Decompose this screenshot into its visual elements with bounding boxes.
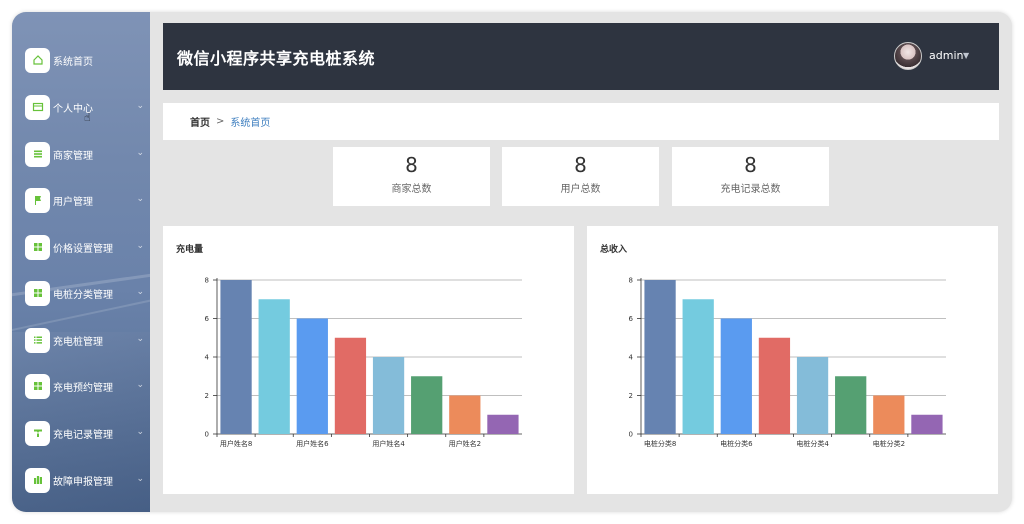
menu-lines-icon — [25, 141, 50, 167]
chevron-down-icon: ⌄ — [136, 101, 144, 111]
sidebar-item-label: 充电预约管理 — [53, 382, 113, 394]
x-tick-label: 用户姓名6 — [296, 439, 329, 448]
sidebar-item-4[interactable]: 价格设置管理 ⌄ — [25, 234, 150, 260]
funnel-icon — [25, 420, 50, 446]
sidebar-item-8[interactable]: 充电记录管理 ⌄ — [25, 420, 150, 446]
sidebar-item-0[interactable]: 系统首页 — [25, 47, 150, 73]
breadcrumb-home[interactable]: 首页 — [190, 114, 210, 129]
chevron-down-icon: ⌄ — [136, 427, 144, 437]
bar[interactable] — [220, 280, 252, 434]
sidebar-item-label: 价格设置管理 — [53, 243, 113, 255]
bar[interactable] — [873, 395, 905, 435]
x-tick-label: 电桩分类8 — [644, 439, 676, 448]
chevron-down-icon: ⌄ — [136, 380, 144, 390]
chevron-down-icon: ⌄ — [136, 194, 144, 204]
app-window: 系统首页 个人中心 ⌄ 商家管理 ⌄ 用户管理 ⌄ 价格设置管理 ⌄ 电桩分类管理 ⌄ 充电桩管理 ⌄ 充… — [12, 12, 1012, 512]
sidebar-item-label: 故障申报管理 — [53, 476, 113, 488]
y-tick-label: 2 — [629, 392, 633, 400]
bar[interactable] — [644, 280, 676, 434]
chart-panel-charge-amount: 充电量 0 2 4 6 8 用户姓名8 用户姓名6 用户姓名4 用户姓名2 — [163, 226, 574, 494]
chevron-down-icon: ⌄ — [136, 148, 144, 158]
stat-card-charge-records: 8 充电记录总数 — [672, 147, 829, 206]
flag-icon — [25, 187, 50, 213]
sidebar-item-6[interactable]: 充电桩管理 ⌄ — [25, 327, 150, 353]
x-tick-label: 用户姓名2 — [449, 439, 481, 448]
breadcrumb: 首页 > 系统首页 — [163, 103, 999, 140]
chevron-down-icon: ⌄ — [136, 241, 144, 251]
bar[interactable] — [258, 299, 290, 434]
stat-label: 充电记录总数 — [720, 184, 781, 195]
bar[interactable] — [487, 414, 519, 434]
bar[interactable] — [411, 376, 443, 434]
bar[interactable] — [334, 337, 367, 434]
stat-card-merchants: 8 商家总数 — [333, 147, 490, 206]
y-tick-label: 4 — [205, 354, 210, 362]
stat-value: 8 — [574, 153, 587, 177]
bar[interactable] — [835, 376, 867, 434]
chevron-down-icon: ⌄ — [136, 287, 144, 297]
x-tick-label: 用户姓名8 — [220, 439, 252, 448]
sidebar-item-label: 用户管理 — [53, 196, 93, 208]
user-menu-name[interactable]: admin — [929, 49, 963, 62]
chevron-down-icon: ⌄ — [136, 474, 144, 484]
sidebar-item-3[interactable]: 用户管理 ⌄ — [25, 187, 150, 213]
stat-value: 8 — [744, 153, 757, 177]
app-title: 微信小程序共享充电桩系统 — [177, 49, 376, 68]
y-tick-label: 2 — [205, 392, 209, 400]
sidebar-item-5[interactable]: 电桩分类管理 ⌄ — [25, 280, 150, 306]
stat-label: 用户总数 — [560, 184, 601, 195]
bar[interactable] — [682, 299, 714, 434]
grid-icon — [25, 280, 50, 306]
list-icon — [25, 327, 50, 353]
sidebar: 系统首页 个人中心 ⌄ 商家管理 ⌄ 用户管理 ⌄ 价格设置管理 ⌄ 电桩分类管理 ⌄ 充电桩管理 ⌄ 充… — [12, 12, 150, 512]
x-tick-label: 电桩分类4 — [796, 439, 829, 448]
bar[interactable] — [720, 318, 752, 435]
home-icon — [25, 47, 50, 73]
y-tick-label: 4 — [629, 354, 634, 362]
bar-chart-total-income: 0 2 4 6 8 电桩分类8 电桩分类6 电桩分类4 电桩分类2 — [629, 277, 946, 448]
sidebar-item-label: 商家管理 — [53, 150, 93, 162]
sidebar-item-2[interactable]: 商家管理 ⌄ — [25, 141, 150, 167]
x-tick-label: 用户姓名4 — [372, 439, 405, 448]
y-tick-label: 0 — [629, 431, 633, 439]
hand-cursor-icon: ☝ — [84, 111, 91, 124]
bar[interactable] — [372, 357, 405, 434]
y-tick-label: 0 — [205, 431, 209, 439]
breadcrumb-current: 系统首页 — [230, 118, 271, 129]
sidebar-item-label: 系统首页 — [53, 56, 93, 68]
top-header: 微信小程序共享充电桩系统 admin ▼ — [163, 23, 999, 90]
card-icon — [25, 94, 50, 120]
bar-icon — [25, 467, 50, 493]
stat-label: 商家总数 — [391, 184, 432, 195]
sidebar-item-7[interactable]: 充电预约管理 ⌄ — [25, 373, 150, 399]
bar[interactable] — [296, 318, 328, 435]
sidebar-item-label: 电桩分类管理 — [53, 289, 113, 301]
caret-down-icon[interactable]: ▼ — [963, 51, 969, 60]
bar-chart-charge-amount: 0 2 4 6 8 用户姓名8 用户姓名6 用户姓名4 用户姓名2 — [205, 277, 522, 448]
x-tick-label: 电桩分类2 — [873, 439, 905, 448]
grid-icon — [25, 234, 50, 260]
bar[interactable] — [911, 414, 943, 434]
y-tick-label: 8 — [205, 277, 209, 285]
sidebar-item-9[interactable]: 故障申报管理 ⌄ — [25, 467, 150, 493]
avatar[interactable] — [894, 42, 922, 70]
bar[interactable] — [449, 395, 481, 435]
stat-value: 8 — [405, 153, 418, 177]
y-tick-label: 6 — [205, 315, 210, 323]
x-tick-label: 电桩分类6 — [720, 439, 753, 448]
grid-icon — [25, 373, 50, 399]
y-tick-label: 6 — [629, 315, 634, 323]
sidebar-item-label: 充电记录管理 — [53, 429, 113, 441]
chevron-down-icon: ⌄ — [136, 334, 144, 344]
stat-card-users: 8 用户总数 — [502, 147, 659, 206]
y-tick-label: 8 — [629, 277, 633, 285]
bar[interactable] — [796, 357, 829, 434]
breadcrumb-separator: > — [216, 116, 225, 127]
bar[interactable] — [758, 337, 791, 434]
sidebar-item-label: 充电桩管理 — [53, 336, 103, 348]
chart-panel-total-income: 总收入 0 2 4 6 8 电桩分类8 电桩分类6 电桩分类4 电桩分类2 — [587, 226, 998, 494]
